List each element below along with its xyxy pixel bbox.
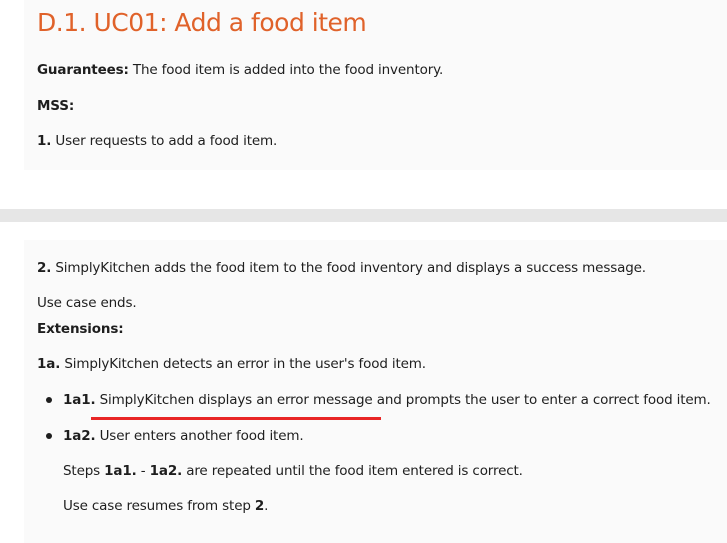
step-text: User requests to add a food item. — [51, 133, 278, 149]
resume-step: 2 — [254, 498, 265, 514]
resume-note: Use case resumes from step 2. — [63, 497, 268, 515]
bullet-icon — [46, 433, 52, 439]
guarantees-label: Guarantees: — [37, 62, 129, 78]
step-number: 1. — [37, 133, 52, 149]
resume-suffix: . — [264, 498, 269, 514]
extension-text: SimplyKitchen detects an error in the us… — [60, 356, 426, 372]
mss-heading: MSS: — [37, 97, 74, 115]
page-separator — [0, 209, 727, 222]
step-text: SimplyKitchen adds the food item to the … — [51, 260, 646, 276]
extension-1a: 1a. SimplyKitchen detects an error in th… — [37, 355, 426, 373]
repeat-note: Steps 1a1. - 1a2. are repeated until the… — [63, 462, 523, 480]
sub-item-1a2: 1a2. User enters another food item. — [63, 427, 304, 445]
sub-item-text: User enters another food item. — [95, 428, 304, 444]
use-case-ends: Use case ends. — [37, 295, 137, 311]
extensions-label: Extensions: — [37, 321, 124, 337]
sub-item-number: 1a1. — [63, 392, 96, 408]
sub-item-1a1: 1a1. SimplyKitchen displays an error mes… — [63, 391, 711, 409]
extensions-heading: Extensions: — [37, 320, 124, 338]
step-1: 1. User requests to add a food item. — [37, 132, 277, 150]
bullet-icon — [46, 397, 52, 403]
repeat-sep: - — [136, 463, 150, 479]
step-2: 2. SimplyKitchen adds the food item to t… — [37, 259, 646, 277]
red-underline-annotation — [91, 417, 381, 420]
guarantees-text: The food item is added into the food inv… — [128, 62, 444, 78]
mss-label: MSS: — [37, 98, 75, 114]
repeat-suffix: are repeated until the food item entered… — [182, 463, 523, 479]
repeat-to: 1a2. — [149, 463, 183, 479]
sub-item-number: 1a2. — [63, 428, 96, 444]
section-title: D.1. UC01: Add a food item — [37, 8, 367, 37]
repeat-from: 1a1. — [104, 463, 137, 479]
guarantees-line: Guarantees: The food item is added into … — [37, 61, 443, 79]
repeat-prefix: Steps — [63, 463, 105, 479]
resume-prefix: Use case resumes from step — [63, 498, 255, 514]
sub-item-text: SimplyKitchen displays an error message … — [95, 392, 711, 408]
extension-number: 1a. — [37, 356, 61, 372]
step-number: 2. — [37, 260, 52, 276]
